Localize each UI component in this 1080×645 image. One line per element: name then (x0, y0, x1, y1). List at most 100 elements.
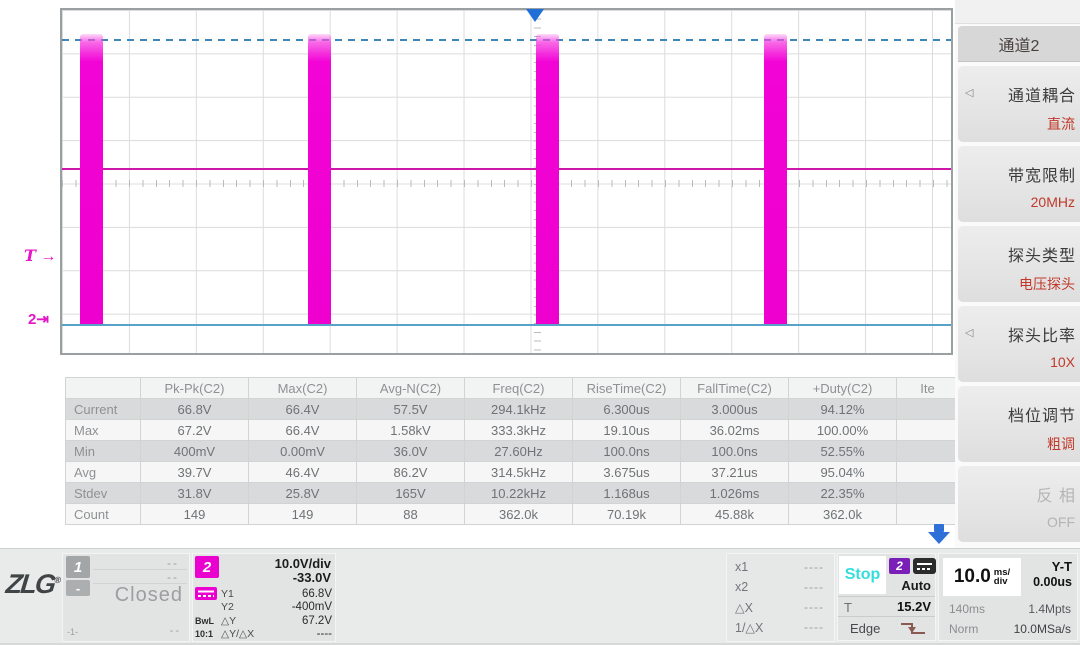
trigger-level-marker[interactable]: T → (24, 246, 56, 266)
trigger-level-value: 15.2V (897, 599, 931, 614)
memory-depth: 1.4Mpts (1028, 602, 1071, 616)
cursor-x-row: △X---- (735, 600, 824, 616)
measurement-value: 95.04% (789, 462, 897, 483)
channel2-readout-row: Y2-400mV (195, 601, 332, 615)
run-stop-status[interactable]: Stop (839, 556, 886, 594)
channel2-position-marker[interactable]: 2⇥ (28, 310, 49, 328)
measurement-column-header: Ite (897, 378, 959, 399)
menu-item-label: 反 相 (1037, 482, 1076, 506)
measurement-row-label: Count (66, 504, 141, 525)
measurement-column-header (66, 378, 141, 399)
menu-item-label: 探头类型 (1008, 242, 1076, 266)
measurement-value: 100.0ns (573, 441, 681, 462)
menu-item-label: 带宽限制 (1008, 162, 1076, 186)
horizontal-tick-axis (62, 180, 951, 187)
table-scroll-down-icon[interactable] (924, 524, 954, 546)
menu-item-value: 直流 (1047, 114, 1075, 134)
measurement-value: 70.19k (573, 504, 681, 525)
sidebar-top-strip (955, 0, 1080, 24)
measurement-value: 39.7V (141, 462, 249, 483)
channel1-bottom-value: -- (170, 625, 181, 637)
channel2-badge: 2 (195, 556, 219, 578)
measurement-value: 27.60Hz (465, 441, 573, 462)
channel2-offset: -33.0V (293, 570, 331, 585)
dc-coupling-icon (195, 587, 221, 600)
cursor-x-label: 1/△X (735, 620, 763, 635)
arrow-tip (928, 532, 950, 544)
channel1-badge: 1 (66, 556, 90, 578)
measurement-row-label: Stdev (66, 483, 141, 504)
menu-item-4[interactable]: ◁探头比率10X (958, 306, 1080, 382)
measurement-column-header: FallTime(C2) (681, 378, 789, 399)
menu-item-1[interactable]: ◁ 通道耦合直流 (958, 66, 1080, 142)
channel2-readout-row: BwL△Y67.2V (195, 614, 332, 628)
menu-item-6: 反 相OFF (958, 466, 1080, 542)
trigger-mode: Auto (901, 578, 931, 593)
cursor-y1-line[interactable] (62, 39, 951, 41)
pulse-burst-1 (80, 34, 103, 324)
menu-item-value: 电压探头 (1019, 274, 1075, 294)
measurement-value: 362.0k (789, 504, 897, 525)
table-row: Avg39.7V46.4V86.2V314.5kHz3.675us37.21us… (66, 462, 959, 483)
channel2-marker-arrow-icon: ⇥ (36, 311, 49, 328)
cursor-x-value: ---- (804, 560, 824, 574)
submenu-arrow-icon: ◁ (965, 326, 973, 339)
measurement-column-header: +Duty(C2) (789, 378, 897, 399)
measurement-value: 333.3kHz (465, 420, 573, 441)
trigger-level-source-label: T (844, 600, 852, 615)
channel2-readout-row: 10:1△Y/△X---- (195, 628, 332, 642)
trigger-position-marker-icon[interactable] (526, 9, 544, 22)
measurement-value: 149 (249, 504, 357, 525)
channel2-attr-10-1: 10:1 (195, 629, 221, 639)
submenu-arrow-icon: ◁ (965, 86, 973, 99)
measurement-value: 94.12% (789, 399, 897, 420)
menu-item-label: 档位调节 (1008, 402, 1076, 426)
table-row: Count14914988362.0k70.19k45.88k362.0k (66, 504, 959, 525)
measurement-value: 36.0V (357, 441, 465, 462)
channel2-scale: 10.0V/div (275, 556, 331, 571)
pulse-burst-3 (536, 34, 559, 324)
table-row: Min400mV0.00mV36.0V27.60Hz100.0ns100.0ns… (66, 441, 959, 462)
menu-item-2[interactable]: 带宽限制 20MHz (958, 146, 1080, 222)
menu-item-label: 通道耦合 (1008, 82, 1076, 106)
timebase-box[interactable]: 10.0 ms/div Y-T 0.00us 140ms 1.4Mpts Nor… (938, 553, 1078, 641)
cursor-label: Y1 (221, 588, 265, 600)
measurement-value: 31.8V (141, 483, 249, 504)
cursor-y2-line[interactable] (62, 324, 951, 326)
measurement-value: 52.55% (789, 441, 897, 462)
measurement-value: 1.026ms (681, 483, 789, 504)
measurement-column-header: Freq(C2) (465, 378, 573, 399)
channel2-trace-baseline (62, 168, 951, 170)
channel1-status-box[interactable]: 1 -- -- - Closed -1- -- (62, 553, 190, 642)
measurement-value: 6.300us (573, 399, 681, 420)
measurement-row-label: Max (66, 420, 141, 441)
measurement-value: 10.22kHz (465, 483, 573, 504)
channel2-status-box[interactable]: 2 10.0V/div -33.0V Y166.8VY2-400mVBwL△Y6… (192, 553, 336, 642)
cursor-label: △Y/△X (221, 628, 265, 640)
cursor-x-value: ---- (804, 620, 824, 634)
measurement-value: 88 (357, 504, 465, 525)
waveform-grid (60, 8, 953, 355)
trigger-level-label: T (24, 246, 36, 265)
acquisition-mode: Norm (949, 622, 978, 636)
trigger-status-box[interactable]: Stop 2 Auto T 15.2V Edge (837, 553, 936, 641)
trigger-delay: 0.00us (1033, 575, 1072, 589)
channel-menu-sidebar: 通道2 ◁通道耦合直流带宽限制20MHz探头类型电压探头◁探头比率10X档位调节… (955, 0, 1080, 548)
arrow-bar (934, 524, 944, 532)
cursor-value: 67.2V (265, 615, 332, 627)
sample-rate: 10.0MSa/s (1014, 622, 1071, 636)
menu-item-value: 20MHz (1031, 194, 1075, 210)
menu-item-3[interactable]: 探头类型电压探头 (958, 226, 1080, 302)
cursor-x-row: x2---- (735, 580, 824, 596)
timebase-unit: ms/div (994, 568, 1010, 586)
measurement-value (897, 441, 959, 462)
measurement-row-label: Current (66, 399, 141, 420)
measurement-value: 294.1kHz (465, 399, 573, 420)
menu-item-5[interactable]: 档位调节粗调 (958, 386, 1080, 462)
measurement-value (897, 399, 959, 420)
timebase-scale-display[interactable]: 10.0 ms/div (943, 558, 1021, 596)
measurement-value: 67.2V (141, 420, 249, 441)
measurement-column-header: RiseTime(C2) (573, 378, 681, 399)
table-row: Max67.2V66.4V1.58kV333.3kHz19.10us36.02m… (66, 420, 959, 441)
cursor-x-label: x1 (735, 560, 748, 574)
